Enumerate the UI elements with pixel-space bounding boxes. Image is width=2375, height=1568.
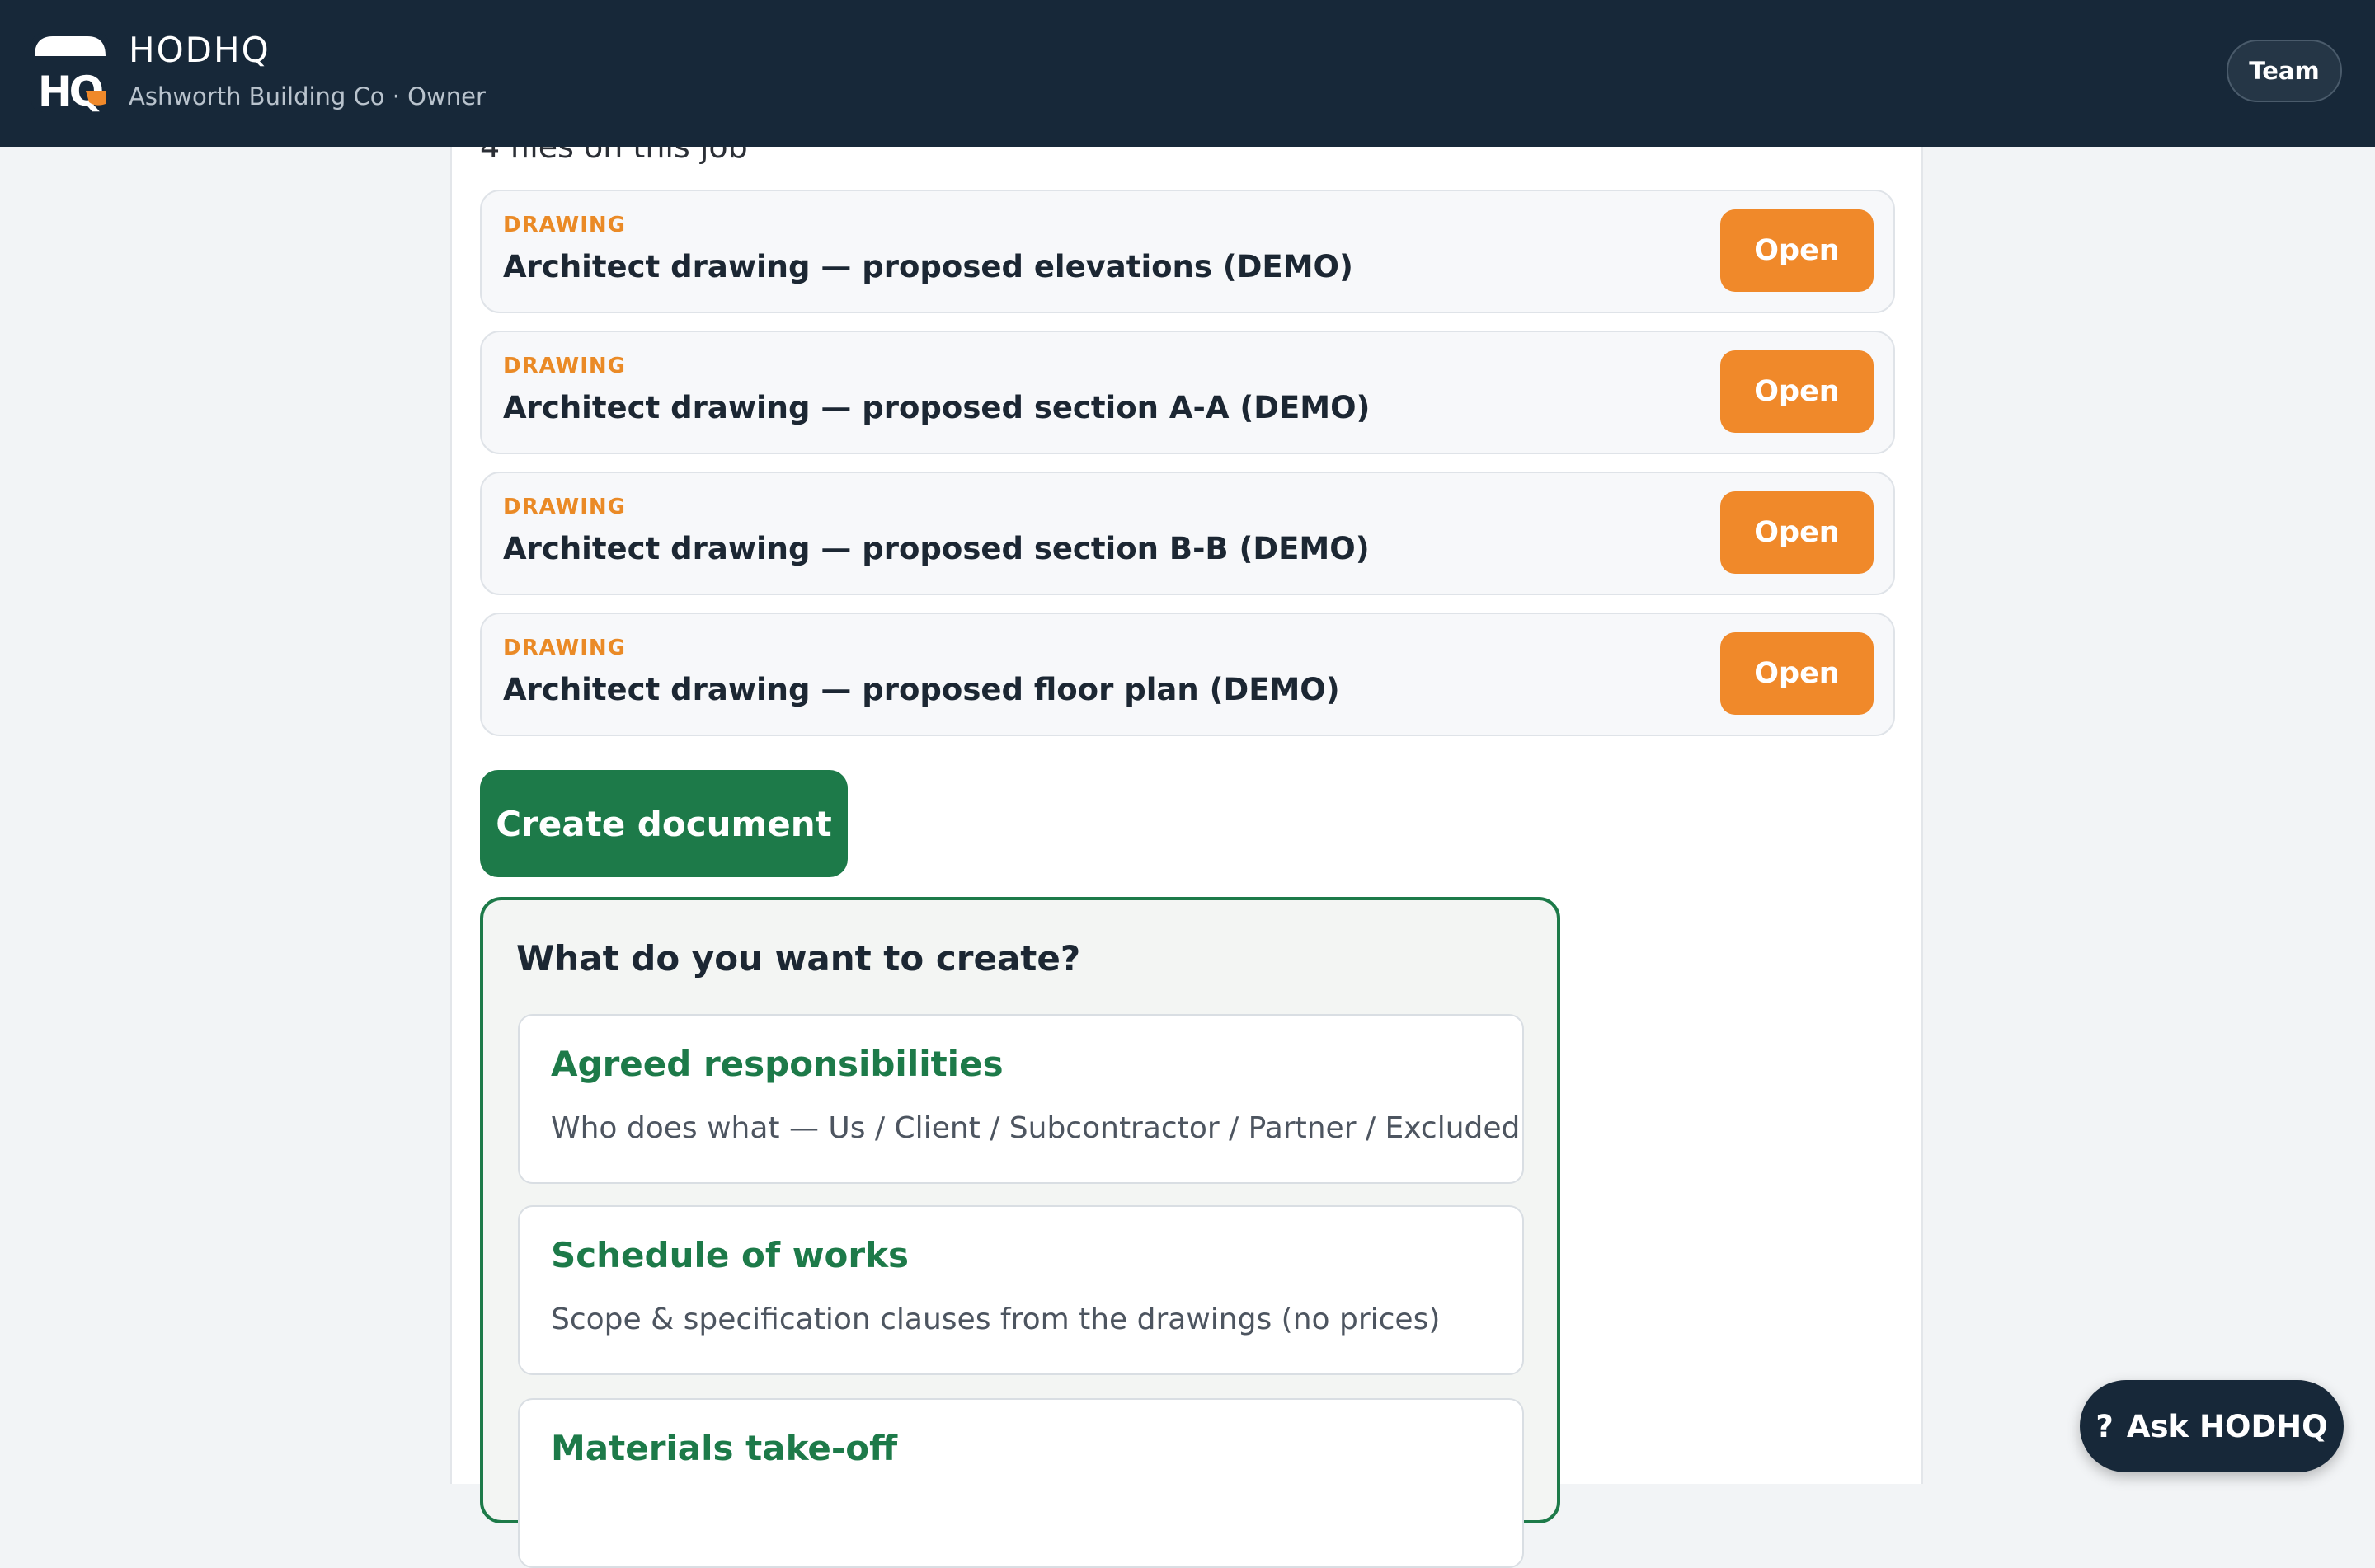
file-type-label: DRAWING [503, 354, 627, 378]
ask-hodhq-button[interactable]: ? Ask HODHQ [2080, 1380, 2344, 1472]
file-title: Architect drawing — proposed floor plan … [503, 672, 1340, 707]
company-role: Ashworth Building Co · Owner [129, 82, 486, 110]
team-button[interactable]: Team [2227, 40, 2342, 102]
open-file-button[interactable]: Open [1720, 632, 1874, 715]
file-type-label: DRAWING [503, 213, 627, 237]
help-question-icon: ? [2095, 1408, 2114, 1444]
option-title: Schedule of works [551, 1235, 910, 1275]
panel-title: What do you want to create? [516, 938, 1081, 979]
file-type-label: DRAWING [503, 495, 627, 519]
option-title: Materials take-off [551, 1428, 898, 1468]
brand-name: HODHQ [129, 30, 270, 70]
option-description: Scope & specification clauses from the d… [551, 1303, 1441, 1336]
top-header: HQ HODHQ Ashworth Building Co · Owner Te… [0, 0, 2375, 147]
file-type-label: DRAWING [503, 636, 627, 660]
open-file-button[interactable]: Open [1720, 209, 1874, 292]
open-file-button[interactable]: Open [1720, 350, 1874, 433]
option-description: Who does what — Us / Client / Subcontrac… [551, 1111, 1521, 1145]
file-title: Architect drawing — proposed elevations … [503, 249, 1353, 284]
open-file-button[interactable]: Open [1720, 491, 1874, 574]
file-row: DRAWING Architect drawing — proposed flo… [480, 613, 1895, 736]
logo-text: HQ [38, 68, 102, 112]
option-title: Agreed responsibilities [551, 1044, 1004, 1084]
file-row: DRAWING Architect drawing — proposed sec… [480, 472, 1895, 595]
file-row: DRAWING Architect drawing — proposed ele… [480, 190, 1895, 313]
file-row: DRAWING Architect drawing — proposed sec… [480, 331, 1895, 454]
create-document-panel: What do you want to create? Agreed respo… [480, 897, 1560, 1568]
create-document-button[interactable]: Create document [480, 770, 848, 877]
ask-hodhq-label: Ask HODHQ [2126, 1408, 2328, 1444]
file-title: Architect drawing — proposed section B-B… [503, 531, 1370, 566]
option-agreed-responsibilities[interactable]: Agreed responsibilities Who does what — … [518, 1014, 1524, 1184]
hodhq-logo: HQ [31, 33, 109, 112]
option-materials-take-off[interactable]: Materials take-off [518, 1398, 1524, 1568]
file-title: Architect drawing — proposed section A-A… [503, 390, 1371, 425]
option-schedule-of-works[interactable]: Schedule of works Scope & specification … [518, 1205, 1524, 1375]
